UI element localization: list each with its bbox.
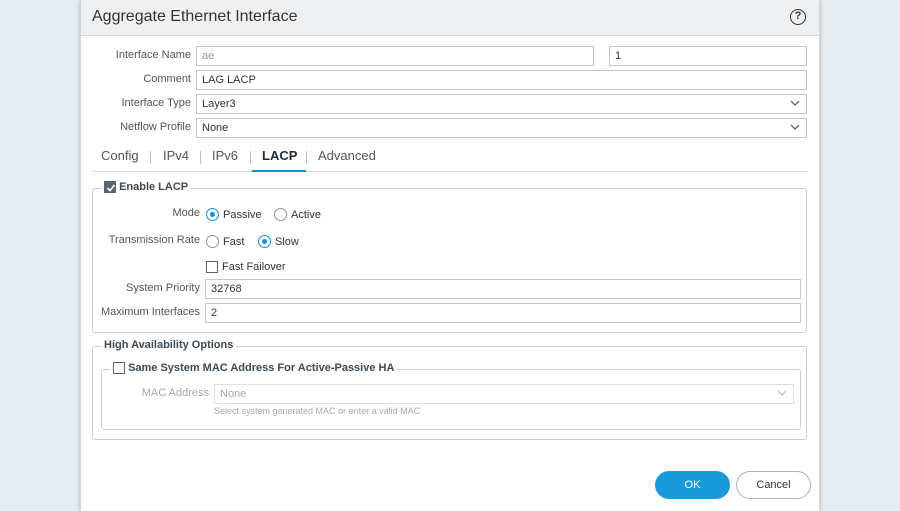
netflow-profile-value: None [202, 122, 229, 134]
chevron-down-icon [790, 124, 800, 130]
comment-label: Comment [143, 73, 191, 85]
aggregate-ethernet-dialog: Aggregate Ethernet Interface ? Interface… [80, 0, 820, 511]
tab-separator [250, 151, 251, 164]
tab-separator [150, 151, 151, 164]
system-priority-input[interactable]: 32768 [205, 279, 801, 299]
checkmark-icon [106, 184, 116, 192]
netflow-profile-select[interactable]: None [196, 118, 807, 138]
active-tab-indicator [252, 170, 306, 172]
question-icon[interactable]: ? [790, 9, 806, 25]
radio-selected [258, 235, 271, 248]
mode-passive-radio[interactable]: Passive [206, 208, 262, 221]
rate-fast-radio[interactable]: Fast [206, 235, 244, 248]
tab-separator [306, 151, 307, 164]
comment-input[interactable]: LAG LACP [196, 70, 807, 90]
netflow-profile-label: Netflow Profile [120, 121, 191, 133]
enable-lacp-legend[interactable]: Enable LACP [101, 181, 192, 194]
chevron-down-icon [790, 100, 800, 106]
enable-lacp-checkbox[interactable] [104, 181, 116, 194]
system-priority-label: System Priority [126, 282, 200, 294]
same-mac-checkbox[interactable] [113, 362, 125, 375]
enable-lacp-label: Enable LACP [119, 181, 189, 194]
tab-lacp[interactable]: LACP [262, 148, 297, 163]
interface-type-select[interactable]: Layer3 [196, 94, 807, 114]
mac-address-hint: Select system generated MAC or enter a v… [214, 406, 421, 416]
interface-type-label: Interface Type [121, 97, 191, 109]
radio-unselected [206, 235, 219, 248]
mac-address-select[interactable]: None [214, 384, 794, 404]
tab-separator [200, 151, 201, 164]
mac-address-value: None [220, 388, 247, 400]
maximum-interfaces-input[interactable]: 2 [205, 303, 801, 323]
radio-unselected [274, 208, 287, 221]
checkbox-unchecked [206, 261, 218, 274]
interface-name-input[interactable] [196, 46, 594, 66]
chevron-down-icon [777, 390, 787, 396]
dialog-titlebar: Aggregate Ethernet Interface ? [81, 0, 819, 36]
mode-label: Mode [172, 207, 200, 219]
same-mac-legend[interactable]: Same System MAC Address For Active-Passi… [110, 362, 398, 375]
fast-failover-checkbox[interactable]: Fast Failover [206, 261, 286, 274]
transmission-rate-label: Transmission Rate [108, 234, 200, 246]
mode-active-radio[interactable]: Active [274, 208, 321, 221]
radio-selected [206, 208, 219, 221]
interface-name-label: Interface Name [115, 49, 191, 61]
maximum-interfaces-label: Maximum Interfaces [100, 306, 200, 318]
tab-bar: Config IPv4 IPv6 LACP Advanced [92, 142, 807, 172]
same-mac-label: Same System MAC Address For Active-Passi… [128, 362, 395, 375]
tab-config[interactable]: Config [101, 148, 139, 163]
dialog-title: Aggregate Ethernet Interface [92, 8, 298, 25]
mac-address-label: MAC Address [141, 387, 209, 399]
ha-options-legend: High Availability Options [101, 339, 237, 351]
interface-number-input[interactable]: 1 [609, 46, 807, 66]
tab-advanced[interactable]: Advanced [318, 148, 376, 163]
cancel-button[interactable]: Cancel [736, 471, 811, 499]
tab-ipv6[interactable]: IPv6 [212, 148, 238, 163]
rate-slow-radio[interactable]: Slow [258, 235, 299, 248]
ok-button[interactable]: OK [655, 471, 730, 499]
interface-type-value: Layer3 [202, 98, 236, 110]
tab-ipv4[interactable]: IPv4 [163, 148, 189, 163]
